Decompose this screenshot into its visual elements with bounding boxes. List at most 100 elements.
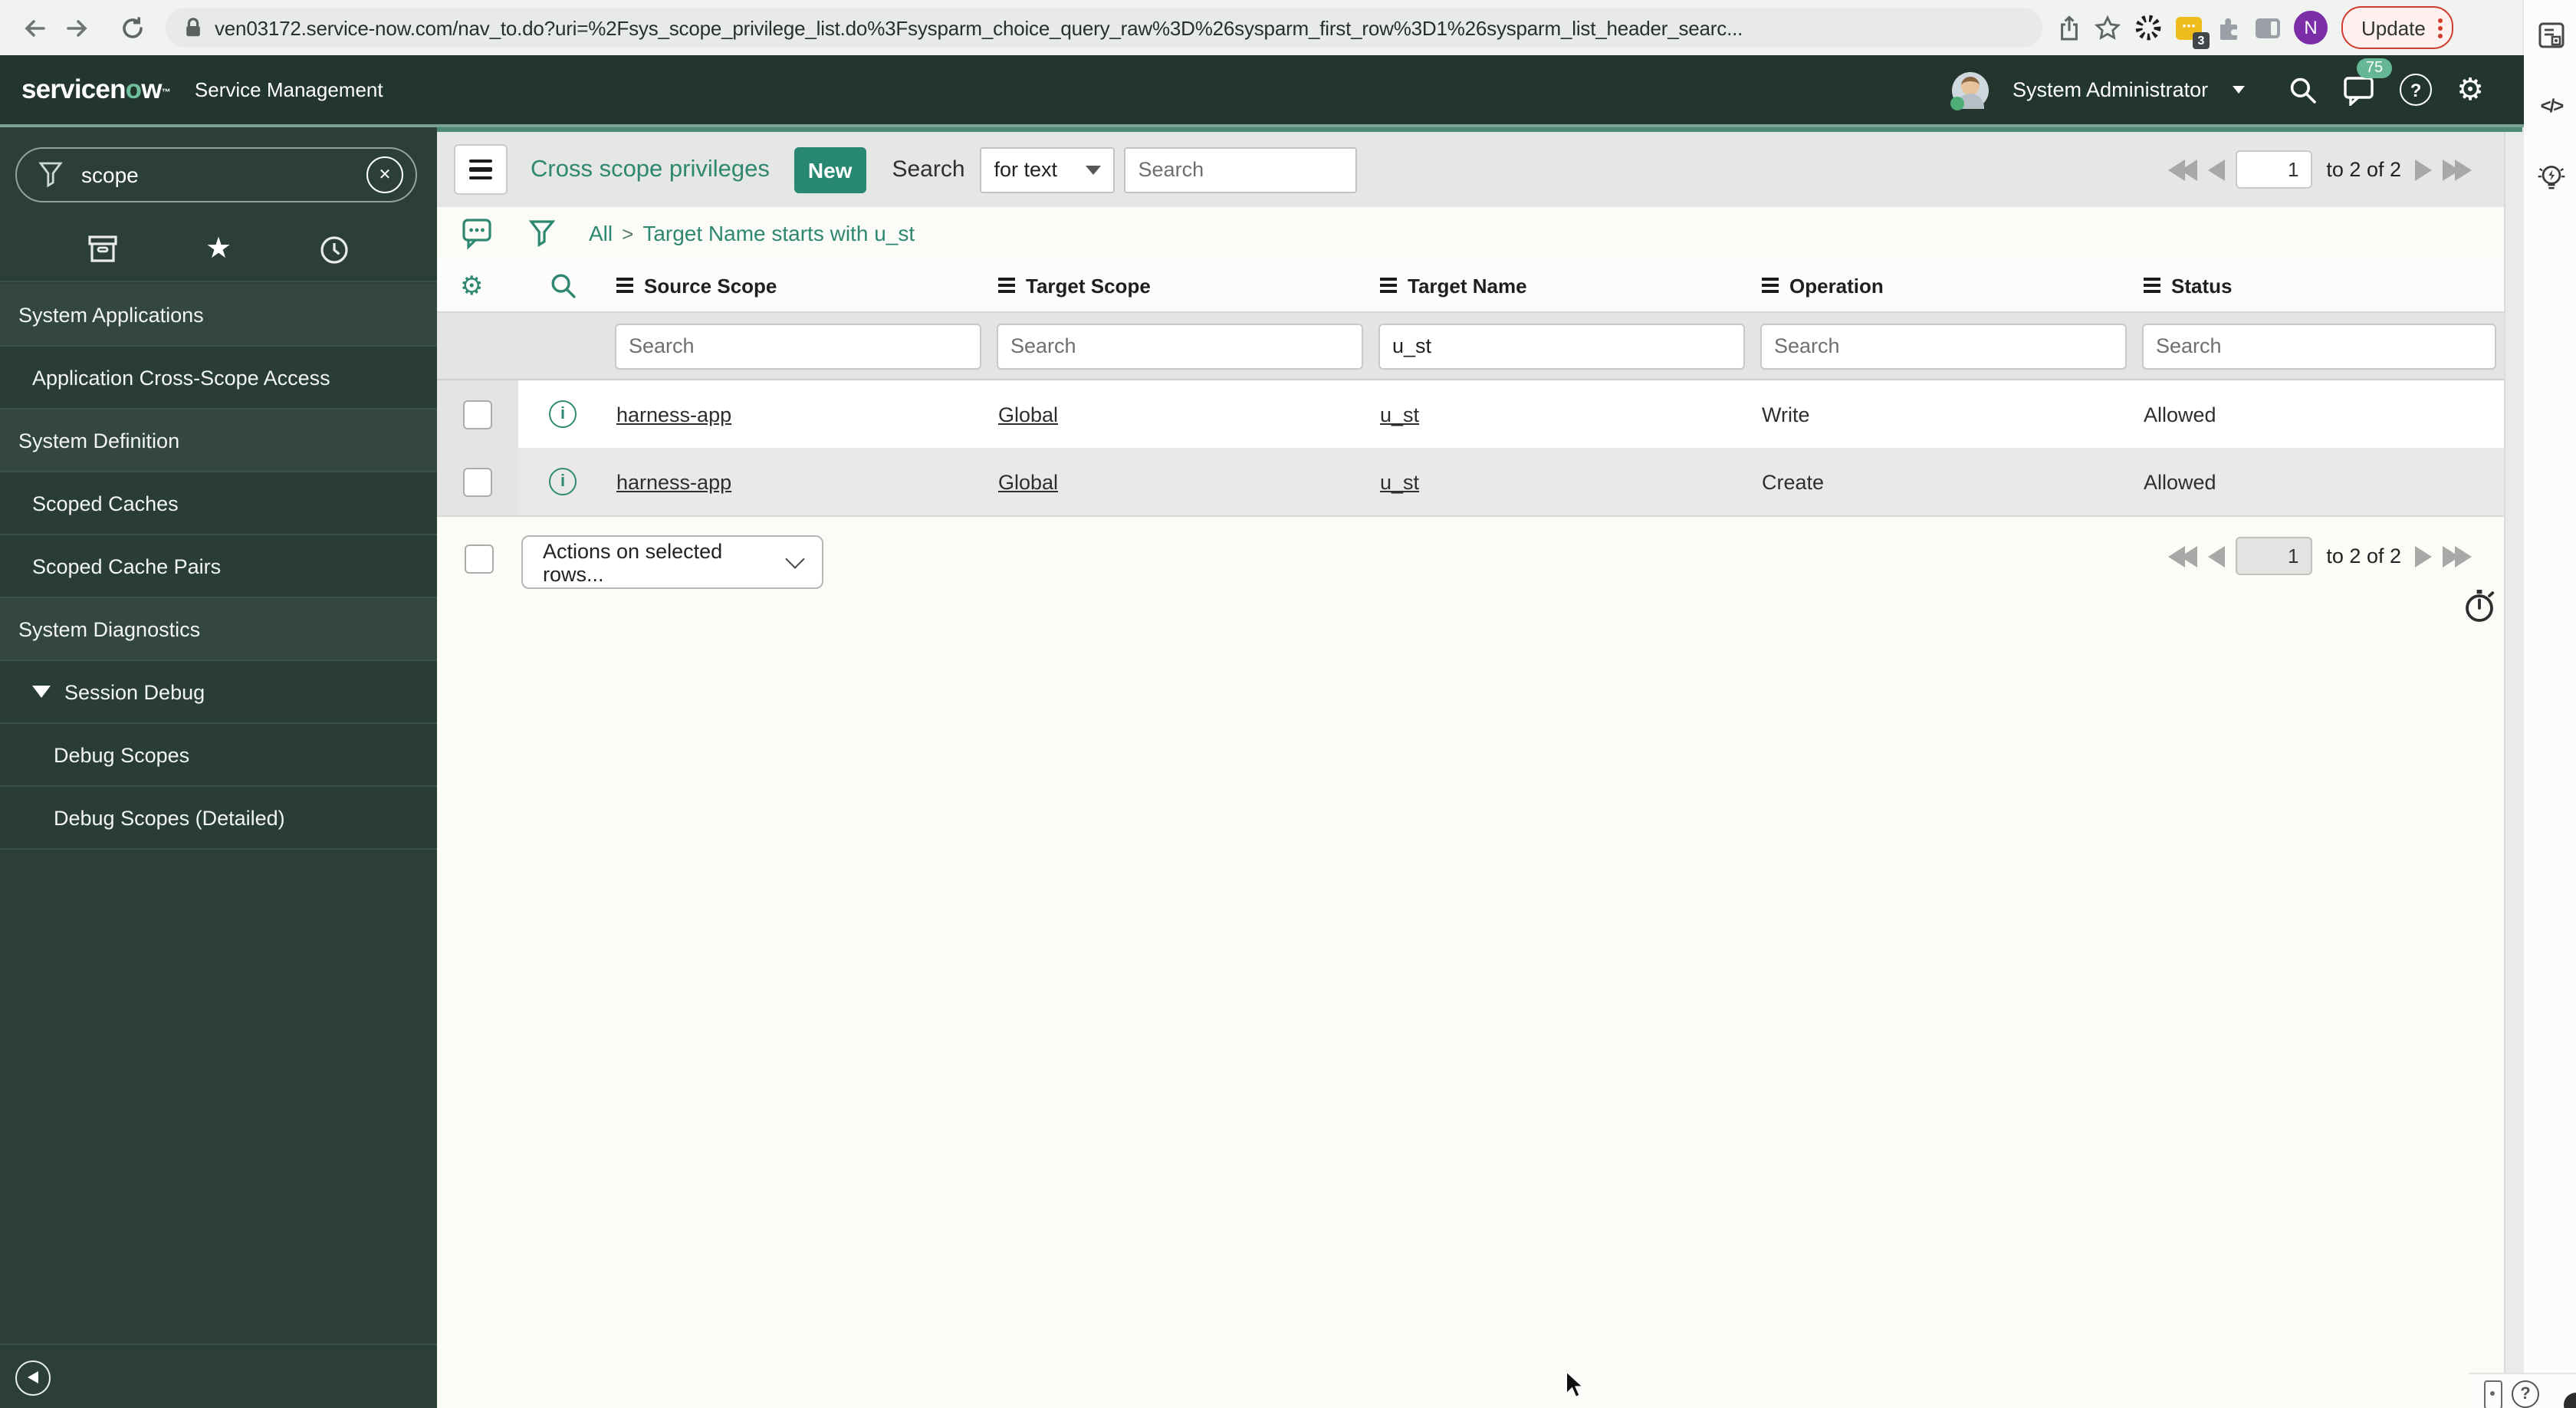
sidebar-item-scoped-caches[interactable]: Scoped Caches <box>0 472 437 535</box>
user-menu[interactable]: System Administrator <box>2013 78 2208 101</box>
column-menu-icon[interactable] <box>616 277 633 294</box>
cell-source-scope-link[interactable]: harness-app <box>616 403 731 426</box>
collapse-sidebar-icon[interactable] <box>15 1360 51 1395</box>
all-applications-tab-icon[interactable] <box>87 235 117 264</box>
last-page-button[interactable] <box>2443 545 2472 567</box>
browser-menu-icon[interactable] <box>2437 18 2443 38</box>
clear-filter-icon[interactable] <box>366 156 403 193</box>
actions-dropdown[interactable]: Actions on selected rows... <box>521 535 823 589</box>
cell-target-scope-link[interactable]: Global <box>998 470 1058 493</box>
list-settings-gear-icon[interactable] <box>460 272 518 298</box>
breadcrumb-filter-link[interactable]: Target Name starts with u_st <box>642 221 915 245</box>
servicenow-logo: servicen o w ™ <box>21 74 171 104</box>
filter-source-scope-input[interactable] <box>615 323 981 369</box>
navigator-filter-box[interactable] <box>15 147 417 202</box>
cell-target-name-link[interactable]: u_st <box>1380 403 1419 426</box>
record-info-icon[interactable] <box>549 468 577 495</box>
previous-page-button[interactable] <box>2208 159 2226 180</box>
row-checkbox[interactable] <box>463 467 492 496</box>
bookmark-star-icon[interactable] <box>2095 15 2121 41</box>
list-scrollbar[interactable] <box>2504 132 2524 1408</box>
previous-page-button[interactable] <box>2208 545 2226 567</box>
browser-back-icon[interactable] <box>12 6 55 49</box>
notes-extension-icon[interactable]: ⋯ 3 <box>2176 16 2210 48</box>
lightbulb-idea-icon[interactable] <box>2536 160 2567 196</box>
reading-list-panel-icon[interactable] <box>2536 21 2567 49</box>
theme-extension-icon[interactable] <box>2134 14 2162 41</box>
column-menu-icon[interactable] <box>1380 277 1397 294</box>
extensions-puzzle-icon[interactable] <box>2216 15 2242 41</box>
page-number-input[interactable] <box>2236 537 2313 575</box>
browser-forward-icon[interactable] <box>55 6 98 49</box>
pagination-range-label: to 2 of 2 <box>2326 544 2401 567</box>
filter-operation-input[interactable] <box>1760 323 2127 369</box>
next-page-button[interactable] <box>2415 545 2432 567</box>
connect-chat-icon[interactable]: 75 <box>2343 58 2393 105</box>
select-all-checkbox[interactable] <box>465 544 494 574</box>
favorites-tab-icon[interactable] <box>205 235 232 264</box>
browser-toolbar: ven03172.service-now.com/nav_to.do?uri=%… <box>0 0 2576 57</box>
column-menu-icon[interactable] <box>1762 277 1779 294</box>
global-search-icon[interactable] <box>2288 74 2318 105</box>
list-context-menu-icon[interactable] <box>454 144 508 195</box>
sidebar-item-debug-scopes[interactable]: Debug Scopes <box>0 724 437 787</box>
new-button[interactable]: New <box>794 146 866 192</box>
response-time-icon[interactable] <box>2463 587 2498 624</box>
sidebar-section-system-definition[interactable]: System Definition <box>0 410 437 472</box>
column-header-source-scope[interactable]: Source Scope <box>607 274 989 297</box>
column-search-toggle-icon[interactable] <box>548 271 577 300</box>
sidebar-item-application-cross-scope-access[interactable]: Application Cross-Scope Access <box>0 347 437 410</box>
cell-target-scope-link[interactable]: Global <box>998 403 1058 426</box>
cell-operation: Write <box>1762 403 1810 426</box>
cell-source-scope-link[interactable]: harness-app <box>616 470 731 493</box>
filter-status-input[interactable] <box>2142 323 2496 369</box>
expanded-caret-icon[interactable] <box>32 686 51 698</box>
settings-gear-icon[interactable] <box>2456 74 2484 105</box>
column-header-status[interactable]: Status <box>2134 274 2504 297</box>
mouse-cursor <box>1564 1370 1585 1400</box>
column-menu-icon[interactable] <box>2144 277 2160 294</box>
user-menu-caret-icon[interactable] <box>2233 86 2246 94</box>
help-question-icon[interactable] <box>2512 1380 2539 1408</box>
side-panel-icon[interactable] <box>2256 18 2280 38</box>
browser-profile-avatar[interactable]: N <box>2294 11 2328 44</box>
corner-widget[interactable] <box>2564 1393 2576 1408</box>
column-menu-icon[interactable] <box>998 277 1015 294</box>
share-icon[interactable] <box>2058 15 2081 41</box>
breadcrumb-all-link[interactable]: All <box>589 221 613 245</box>
record-info-icon[interactable] <box>549 400 577 428</box>
help-icon[interactable] <box>2400 74 2433 106</box>
user-avatar[interactable] <box>1950 71 1989 110</box>
list-title: Cross scope privileges <box>531 156 770 182</box>
filter-target-scope-input[interactable] <box>997 323 1363 369</box>
sidebar-section-system-diagnostics[interactable]: System Diagnostics <box>0 598 437 661</box>
sidebar-item-session-debug[interactable]: Session Debug <box>0 661 437 724</box>
navigator-filter-input[interactable] <box>78 161 366 189</box>
next-page-button[interactable] <box>2415 159 2432 180</box>
dev-code-icon[interactable]: </> <box>2536 95 2567 117</box>
cell-operation: Create <box>1762 470 1825 493</box>
browser-reload-icon[interactable] <box>110 6 153 49</box>
first-page-button[interactable] <box>2168 159 2198 180</box>
column-header-target-scope[interactable]: Target Scope <box>989 274 1371 297</box>
page-number-input[interactable] <box>2236 150 2313 189</box>
scroll-widget-icon[interactable] <box>2484 1380 2502 1408</box>
first-page-button[interactable] <box>2168 545 2198 567</box>
column-header-operation[interactable]: Operation <box>1753 274 2134 297</box>
last-page-button[interactable] <box>2443 159 2472 180</box>
history-tab-icon[interactable] <box>320 234 350 265</box>
row-checkbox[interactable] <box>463 400 492 429</box>
sidebar-item-debug-scopes-detailed[interactable]: Debug Scopes (Detailed) <box>0 787 437 850</box>
search-type-select[interactable]: for text <box>980 146 1116 192</box>
list-content: Cross scope privileges New Search for te… <box>437 127 2524 1408</box>
list-search-input[interactable] <box>1124 146 1358 192</box>
breadcrumb-funnel-icon[interactable] <box>529 219 555 248</box>
list-chat-icon[interactable] <box>462 217 492 249</box>
browser-update-button[interactable]: Update <box>2341 6 2453 49</box>
address-bar[interactable]: ven03172.service-now.com/nav_to.do?uri=%… <box>166 8 2042 48</box>
sidebar-item-scoped-cache-pairs[interactable]: Scoped Cache Pairs <box>0 535 437 598</box>
filter-target-name-input[interactable] <box>1378 323 1745 369</box>
sidebar-section-system-applications[interactable]: System Applications <box>0 284 437 347</box>
cell-target-name-link[interactable]: u_st <box>1380 470 1419 493</box>
column-header-target-name[interactable]: Target Name <box>1371 274 1753 297</box>
